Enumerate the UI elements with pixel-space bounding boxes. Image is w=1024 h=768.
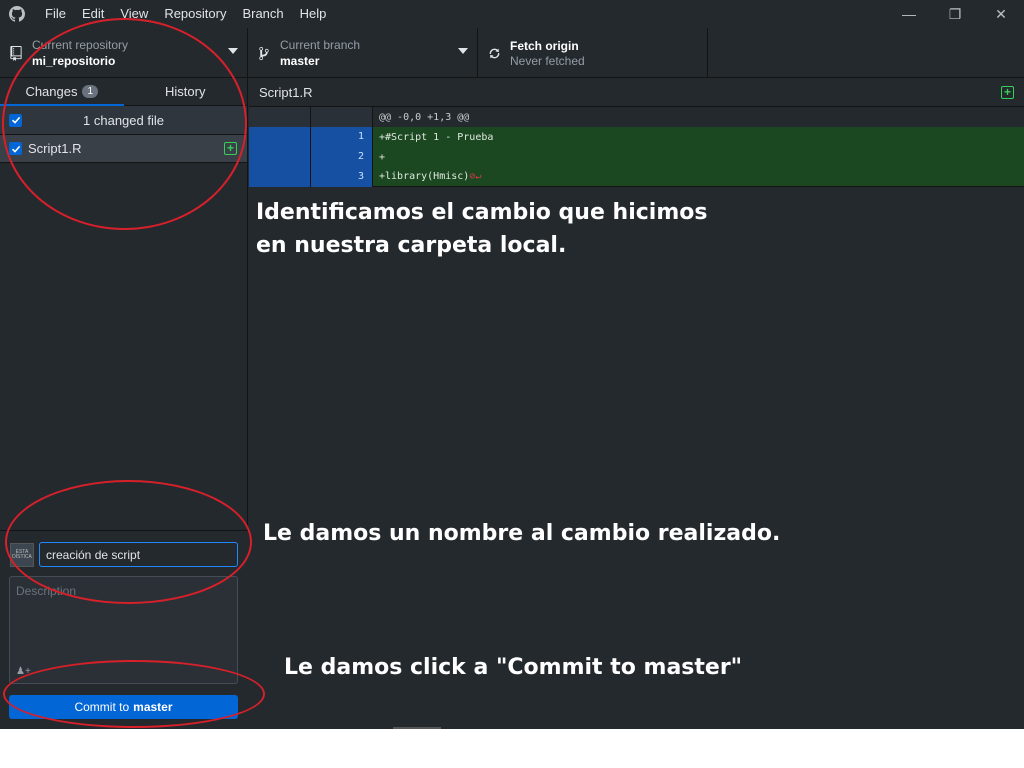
minimize-button[interactable]: — bbox=[886, 0, 932, 28]
tab-changes[interactable]: Changes 1 bbox=[0, 78, 124, 106]
diff-line[interactable]: 2 + bbox=[249, 147, 1024, 167]
caret-down-icon bbox=[228, 48, 238, 54]
changed-files-count: 1 changed file bbox=[83, 112, 164, 128]
diff-line-text: + bbox=[379, 151, 386, 163]
commit-button-prefix: Commit to bbox=[74, 700, 130, 714]
avatar: ESTA DÍSTICA bbox=[10, 543, 34, 567]
no-newline-icon: ⊘↵ bbox=[469, 171, 482, 182]
diff-line-text: +#Script 1 - Prueba bbox=[379, 131, 494, 143]
fetch-title: Fetch origin bbox=[510, 38, 579, 53]
diff-line-text: +library(Hmisc) bbox=[379, 171, 470, 182]
diff-line[interactable]: 1 +#Script 1 - Prueba bbox=[249, 127, 1024, 147]
diff-hunk-header: @@ -0,0 +1,3 @@ bbox=[249, 107, 1024, 127]
changed-files-header: 1 changed file bbox=[0, 106, 247, 135]
diff-file-name: Script1.R bbox=[259, 84, 313, 100]
menu-view[interactable]: View bbox=[112, 0, 156, 28]
annotation-line: Identificamos el cambio que hicimos bbox=[256, 200, 708, 225]
github-desktop-window: File Edit View Repository Branch Help — … bbox=[0, 0, 1024, 729]
line-number: 3 bbox=[311, 166, 373, 187]
tab-history-label: History bbox=[165, 84, 206, 99]
current-repository-dropdown[interactable]: Current repository mi_repositorio bbox=[0, 28, 248, 78]
check-icon bbox=[11, 116, 20, 124]
changed-file-row[interactable]: Script1.R + bbox=[0, 135, 247, 163]
menu-branch[interactable]: Branch bbox=[234, 0, 291, 28]
current-branch-dropdown[interactable]: Current branch master bbox=[248, 28, 478, 78]
file-added-icon: + bbox=[224, 142, 237, 155]
repository-caption: Current repository bbox=[32, 37, 129, 52]
sidebar-tabs: Changes 1 History bbox=[0, 78, 247, 106]
line-number: 1 bbox=[311, 127, 373, 147]
line-number: 2 bbox=[311, 147, 373, 167]
diff-line[interactable]: 3 +library(Hmisc) ⊘↵ bbox=[249, 166, 1024, 187]
repository-name: mi_repositorio bbox=[32, 53, 116, 68]
old-line-gutter bbox=[249, 107, 311, 127]
commit-summary-input[interactable] bbox=[39, 542, 238, 567]
changed-file-name: Script1.R bbox=[28, 141, 82, 156]
annotation-click-commit: Le damos click a "Commit to master" bbox=[284, 655, 743, 680]
toolbar: Current repository mi_repositorio Curren… bbox=[0, 28, 1024, 78]
menu-repository[interactable]: Repository bbox=[156, 0, 234, 28]
close-button[interactable]: ✕ bbox=[978, 0, 1024, 28]
restore-button[interactable]: ❐ bbox=[932, 0, 978, 28]
changes-count-badge: 1 bbox=[82, 85, 99, 98]
tab-changes-label: Changes bbox=[25, 84, 78, 99]
select-all-checkbox[interactable] bbox=[9, 113, 22, 127]
caret-down-icon bbox=[458, 48, 468, 54]
description-placeholder: Description bbox=[16, 584, 77, 598]
repository-icon bbox=[9, 45, 23, 61]
file-added-icon: + bbox=[1001, 86, 1014, 99]
menu-file[interactable]: File bbox=[37, 0, 74, 28]
add-coauthor-icon[interactable]: ♟+ bbox=[16, 666, 31, 677]
commit-area: ESTA DÍSTICA Description ♟+ Commit to ma… bbox=[0, 530, 248, 729]
branch-caption: Current branch bbox=[280, 37, 361, 52]
commit-button-branch: master bbox=[133, 700, 173, 714]
sidebar: Changes 1 History 1 changed file Script1… bbox=[0, 78, 248, 729]
annotation-identify-change: Identificamos el cambio que hicimos en n… bbox=[256, 196, 707, 262]
title-bar: File Edit View Repository Branch Help — … bbox=[0, 0, 1024, 28]
old-line-gutter bbox=[249, 127, 311, 147]
commit-button[interactable]: Commit to master bbox=[9, 695, 238, 719]
sync-icon bbox=[487, 45, 501, 61]
tab-history[interactable]: History bbox=[124, 78, 248, 105]
github-logo-icon bbox=[9, 6, 25, 22]
annotation-line: en nuestra carpeta local. bbox=[256, 233, 567, 258]
new-line-gutter bbox=[311, 107, 373, 127]
old-line-gutter bbox=[249, 147, 311, 167]
file-checkbox[interactable] bbox=[9, 142, 22, 155]
fetch-status: Never fetched bbox=[510, 53, 585, 68]
annotation-name-change: Le damos un nombre al cambio realizado. bbox=[263, 521, 781, 546]
diff-header: Script1.R + bbox=[249, 78, 1024, 107]
check-icon bbox=[11, 145, 20, 153]
bottom-margin bbox=[0, 729, 1024, 768]
fetch-origin-button[interactable]: Fetch origin Never fetched bbox=[478, 28, 708, 78]
menu-help[interactable]: Help bbox=[292, 0, 335, 28]
commit-description-field[interactable]: Description ♟+ bbox=[9, 576, 238, 684]
diff-panel: Script1.R + @@ -0,0 +1,3 @@ 1 +#Script 1… bbox=[249, 78, 1024, 729]
diff-lines: @@ -0,0 +1,3 @@ 1 +#Script 1 - Prueba 2 … bbox=[249, 107, 1024, 187]
hunk-header-text: @@ -0,0 +1,3 @@ bbox=[379, 111, 470, 123]
branch-icon bbox=[257, 45, 271, 61]
menu-edit[interactable]: Edit bbox=[74, 0, 112, 28]
window-controls: — ❐ ✕ bbox=[886, 0, 1024, 28]
branch-name: master bbox=[280, 53, 320, 68]
old-line-gutter bbox=[249, 166, 311, 187]
